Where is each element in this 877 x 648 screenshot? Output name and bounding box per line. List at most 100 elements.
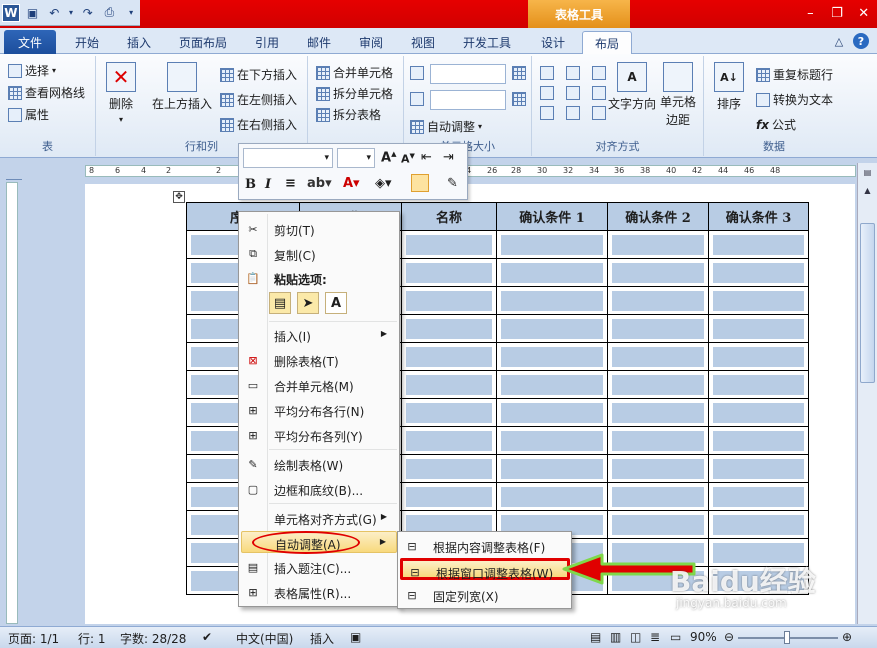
table-cell[interactable] — [401, 342, 497, 371]
table-cell[interactable] — [401, 258, 497, 287]
table-cell[interactable] — [496, 482, 608, 511]
cell-margins-button[interactable]: 单元格 边距 — [660, 62, 696, 128]
formula-button[interactable]: fx 公式 — [756, 116, 796, 133]
table-cell[interactable] — [496, 454, 608, 483]
table-cell[interactable] — [607, 482, 709, 511]
table-cell[interactable] — [708, 314, 809, 343]
insert-below-button[interactable]: 在下方插入 — [220, 66, 297, 83]
zoom-slider-knob[interactable] — [784, 631, 790, 644]
table-cell[interactable] — [708, 510, 809, 539]
insert-above-button[interactable]: 在上方插入 — [152, 62, 212, 112]
table-cell[interactable] — [607, 398, 709, 427]
menu-item-cell-alignment[interactable]: 单元格对齐方式(G) ▶ — [241, 507, 397, 529]
table-cell[interactable] — [708, 398, 809, 427]
table-cell[interactable] — [607, 370, 709, 399]
submenu-item-fixed-column-width[interactable]: ⊟ 固定列宽(X) — [400, 584, 570, 606]
submenu-item-autofit-contents[interactable]: ⊟ 根据内容调整表格(F) — [400, 535, 570, 557]
tab-design[interactable]: 设计 — [530, 31, 576, 54]
status-language[interactable]: 中文(中国) — [236, 630, 293, 647]
italic-icon[interactable]: I — [265, 177, 271, 192]
draft-icon[interactable]: ▭ — [670, 630, 681, 644]
table-cell[interactable] — [401, 286, 497, 315]
menu-item-distribute-columns[interactable]: ⊞ 平均分布各列(Y) — [241, 424, 397, 446]
select-button[interactable]: 选择 ▾ — [8, 62, 56, 79]
print-layout-icon[interactable]: ▤ — [590, 630, 601, 644]
sort-button[interactable]: A↓ 排序 — [714, 62, 744, 112]
menu-item-insert-caption[interactable]: ▤ 插入题注(C)... — [241, 556, 397, 578]
align-middle-left-icon[interactable] — [540, 86, 554, 100]
tab-insert[interactable]: 插入 — [116, 31, 162, 54]
restore-icon[interactable]: ❐ — [824, 0, 851, 26]
table-cell[interactable] — [496, 370, 608, 399]
table-cell[interactable] — [708, 230, 809, 259]
table-cell[interactable] — [401, 454, 497, 483]
table-cell[interactable] — [496, 426, 608, 455]
tab-layout[interactable]: 布局 — [582, 31, 632, 55]
status-zoom[interactable]: 90% — [690, 630, 717, 644]
menu-item-merge-cells[interactable]: ▭ 合并单元格(M) — [241, 374, 397, 396]
insert-right-button[interactable]: 在右侧插入 — [220, 116, 297, 133]
status-mode[interactable]: 插入 — [310, 630, 334, 647]
align-top-right-icon[interactable] — [592, 66, 606, 80]
status-page[interactable]: 页面: 1/1 — [8, 630, 59, 647]
view-gridlines-button[interactable]: 查看网格线 — [8, 84, 85, 101]
split-cells-button[interactable]: 拆分单元格 — [316, 85, 393, 102]
font-name-dropdown[interactable]: ▾ — [243, 148, 333, 168]
split-table-button[interactable]: 拆分表格 — [316, 106, 381, 123]
full-screen-reading-icon[interactable]: ▥ — [610, 630, 621, 644]
align-middle-right-icon[interactable] — [592, 86, 606, 100]
table-cell[interactable] — [708, 426, 809, 455]
table-header-cell[interactable]: 名称 — [401, 202, 497, 231]
table-cell[interactable] — [607, 342, 709, 371]
vertical-scrollbar[interactable]: ▤ ▲ — [857, 163, 877, 624]
table-cell[interactable] — [401, 230, 497, 259]
font-size-dropdown[interactable]: ▾ — [337, 148, 375, 168]
tab-mailings[interactable]: 邮件 — [296, 31, 342, 54]
macro-icon[interactable]: ▣ — [350, 630, 361, 644]
print-preview-icon[interactable]: ⎙ — [101, 4, 119, 22]
chevron-down-icon[interactable]: ▾ — [67, 4, 75, 22]
table-cell[interactable] — [708, 454, 809, 483]
menu-item-distribute-rows[interactable]: ⊞ 平均分布各行(N) — [241, 399, 397, 421]
center-align-icon[interactable]: ≡ — [285, 176, 296, 191]
table-cell[interactable] — [401, 398, 497, 427]
table-cell[interactable] — [708, 342, 809, 371]
distribute-rows-icon[interactable] — [512, 66, 526, 80]
convert-to-text-button[interactable]: 转换为文本 — [756, 91, 833, 108]
align-bottom-right-icon[interactable] — [592, 106, 606, 120]
table-cell[interactable] — [607, 454, 709, 483]
paste-keep-formatting-icon[interactable]: ▤ — [269, 292, 291, 314]
redo-icon[interactable]: ↷ — [79, 4, 97, 22]
shading-icon[interactable]: ◈▾ — [375, 176, 392, 191]
table-cell[interactable] — [607, 286, 709, 315]
table-cell[interactable] — [401, 482, 497, 511]
status-row[interactable]: 行: 1 — [78, 630, 106, 647]
align-bottom-left-icon[interactable] — [540, 106, 554, 120]
ruler-toggle-icon[interactable]: ▤ — [860, 165, 875, 179]
increase-indent-icon[interactable]: ⇥ — [443, 150, 454, 165]
menu-item-draw-table[interactable]: ✎ 绘制表格(W) — [241, 453, 397, 475]
proofing-icon[interactable]: ✔ — [202, 630, 212, 644]
delete-button[interactable]: ✕ 删除 ▾ — [106, 62, 136, 124]
table-cell[interactable] — [496, 286, 608, 315]
tab-view[interactable]: 视图 — [400, 31, 446, 54]
align-top-center-icon[interactable] — [566, 66, 580, 80]
highlight-icon[interactable]: ab▾ — [307, 176, 332, 191]
insert-left-button[interactable]: 在左侧插入 — [220, 91, 297, 108]
zoom-in-icon[interactable]: ⊕ — [842, 630, 852, 644]
table-cell[interactable] — [496, 230, 608, 259]
table-move-handle-icon[interactable]: ✥ — [173, 191, 185, 203]
zoom-out-icon[interactable]: ⊖ — [724, 630, 734, 644]
format-painter-icon[interactable]: ✎ — [447, 176, 458, 191]
table-cell[interactable] — [401, 314, 497, 343]
tab-references[interactable]: 引用 — [244, 31, 290, 54]
align-middle-center-icon[interactable] — [566, 86, 580, 100]
menu-item-cut[interactable]: ✂ 剪切(T) — [241, 218, 397, 240]
tab-home[interactable]: 开始 — [64, 31, 110, 54]
menu-item-copy[interactable]: ⧉ 复制(C) — [241, 243, 397, 265]
table-header-cell[interactable]: 确认条件 3 — [708, 202, 809, 231]
table-cell[interactable] — [496, 258, 608, 287]
table-cell[interactable] — [607, 314, 709, 343]
tab-developer[interactable]: 开发工具 — [452, 31, 522, 54]
autofit-button[interactable]: 自动调整 ▾ — [410, 118, 482, 135]
